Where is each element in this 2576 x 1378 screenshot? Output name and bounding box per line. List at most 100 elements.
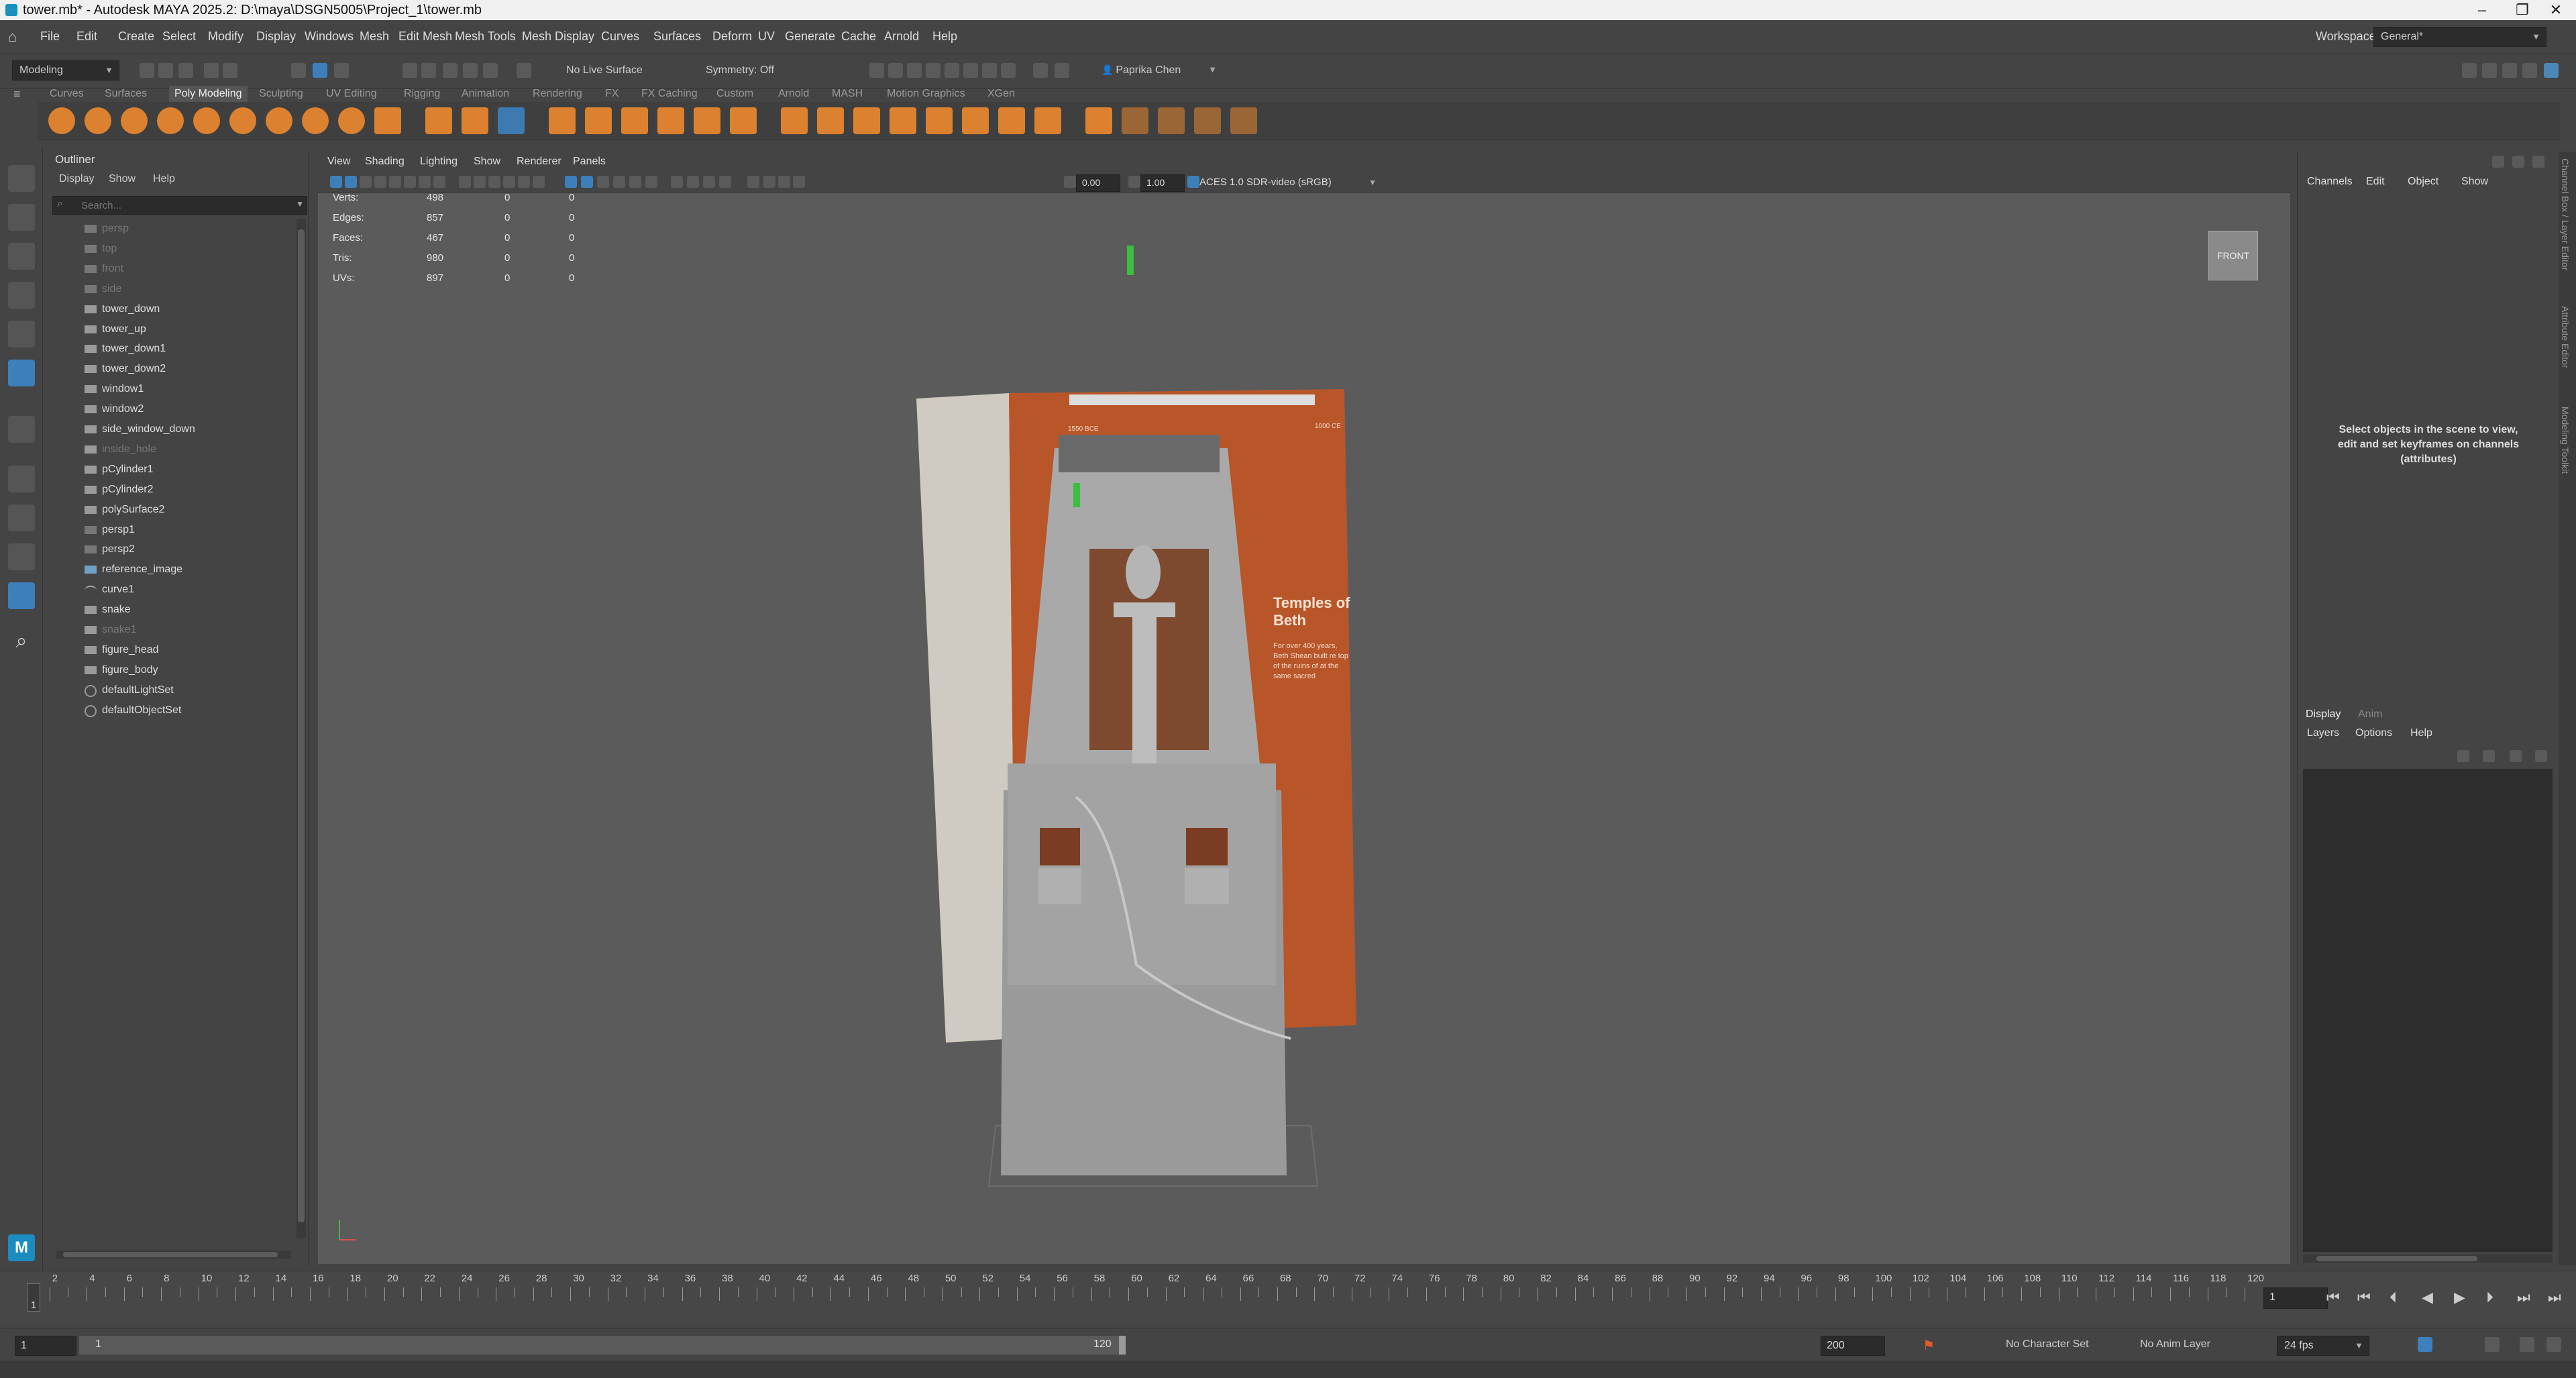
undo-icon[interactable] xyxy=(204,63,219,78)
camera-attributes-icon[interactable] xyxy=(360,176,372,188)
channel-box-menu-show[interactable]: Show xyxy=(2461,176,2488,188)
home-icon[interactable]: ⌂ xyxy=(8,28,17,46)
shelf-tab-custom[interactable]: Custom xyxy=(716,86,753,102)
backface-culling-icon[interactable] xyxy=(793,176,805,188)
exposure-icon[interactable] xyxy=(1064,176,1076,188)
viewport-menu-panels[interactable]: Panels xyxy=(573,156,606,168)
smooth-shade-icon[interactable] xyxy=(581,176,593,188)
viewport-menu-view[interactable]: View xyxy=(327,156,350,168)
rotate-tool-icon[interactable] xyxy=(8,321,35,348)
shelf-tab-fx[interactable]: FX xyxy=(605,86,619,102)
arnold-render-icon[interactable] xyxy=(1001,63,1016,78)
bevel-edge-icon[interactable] xyxy=(1034,107,1061,134)
extrude-icon[interactable] xyxy=(817,107,844,134)
shelf-tab-arnold[interactable]: Arnold xyxy=(778,86,809,102)
shelf-tab-uv-editing[interactable]: UV Editing xyxy=(326,86,377,102)
outliner-item[interactable]: tower_up xyxy=(47,319,295,339)
poly-plane-icon[interactable] xyxy=(229,107,256,134)
outliner-menu-display[interactable]: Display xyxy=(59,173,94,185)
channel-sync-icon[interactable] xyxy=(2512,156,2524,168)
safe-title-icon[interactable] xyxy=(533,176,545,188)
outliner-item[interactable]: persp xyxy=(47,219,295,239)
start-frame-field[interactable]: 1 xyxy=(15,1336,76,1356)
workspace-dropdown[interactable]: General* ▼ xyxy=(2373,27,2546,47)
poly-torus-icon[interactable] xyxy=(193,107,220,134)
shelf-tab-surfaces[interactable]: Surfaces xyxy=(105,86,147,102)
paint-select-tool-icon[interactable] xyxy=(8,243,35,270)
outliner-item[interactable]: top xyxy=(47,239,295,259)
two-view-layout-icon[interactable] xyxy=(8,543,35,570)
outliner-scrollbar[interactable] xyxy=(297,219,306,1238)
scale-tool-icon[interactable] xyxy=(8,360,35,386)
default-material-icon[interactable] xyxy=(597,176,609,188)
side-tab-modeling-toolkit[interactable]: Modeling Toolkit xyxy=(2560,407,2571,474)
color-space-dropdown[interactable]: ACES 1.0 SDR-video (sRGB) ▼ xyxy=(1199,174,1379,191)
loop-icon[interactable] xyxy=(2418,1337,2432,1352)
poly-disc-icon[interactable] xyxy=(266,107,292,134)
new-scene-icon[interactable] xyxy=(140,63,154,78)
outliner-item[interactable]: window2 xyxy=(47,399,295,419)
outliner-menu-show[interactable]: Show xyxy=(109,173,136,185)
svg-icon[interactable] xyxy=(462,107,488,134)
outliner-search-box[interactable]: ⌕ ▼ xyxy=(52,196,307,215)
channel-settings-icon[interactable] xyxy=(2532,156,2544,168)
outliner-item[interactable]: window1 xyxy=(47,379,295,399)
go-to-end-icon[interactable]: ⏭ xyxy=(2548,1289,2561,1306)
shelf-settings-icon[interactable]: ≡ xyxy=(13,87,21,101)
outliner-item[interactable]: defaultObjectSet xyxy=(47,700,295,721)
construction-history-icon[interactable] xyxy=(888,63,903,78)
boolean-icon[interactable] xyxy=(730,107,757,134)
viewport-menu-show[interactable]: Show xyxy=(474,156,500,168)
field-chart-icon[interactable] xyxy=(503,176,515,188)
step-forward-frame-icon[interactable]: ⏵ xyxy=(2486,1289,2493,1306)
motion-blur-icon[interactable] xyxy=(687,176,699,188)
isolate-select-icon[interactable] xyxy=(747,176,759,188)
maya-home-icon[interactable]: M xyxy=(8,1234,35,1261)
modeling-toolkit-icon[interactable] xyxy=(2482,63,2497,78)
time-slider[interactable]: 2 4 6 8 10 12 14 16 18 20 22 24 26 28 30 32 34 36 38 40 42 44… xyxy=(0,1271,2576,1324)
shelf-tab-mash[interactable]: MASH xyxy=(832,86,863,102)
outliner-item[interactable]: figure_head xyxy=(47,640,295,660)
shelf-tab-sculpting[interactable]: Sculpting xyxy=(259,86,303,102)
anti-aliasing-icon[interactable] xyxy=(703,176,715,188)
four-view-layout-icon[interactable] xyxy=(8,505,35,531)
viewport-menu-lighting[interactable]: Lighting xyxy=(420,156,458,168)
platonic-solid-icon[interactable] xyxy=(302,107,329,134)
outliner-item[interactable]: curve1 xyxy=(47,580,295,600)
snap-grid-icon[interactable] xyxy=(402,63,417,78)
offset-loop-icon[interactable] xyxy=(1194,107,1221,134)
single-view-layout-icon[interactable] xyxy=(8,466,35,492)
ambient-occlusion-icon[interactable] xyxy=(671,176,683,188)
shelf-tab-curves[interactable]: Curves xyxy=(50,86,84,102)
lasso-tool-icon[interactable] xyxy=(8,204,35,231)
grid-icon[interactable] xyxy=(433,176,445,188)
channel-box-icon[interactable] xyxy=(2544,63,2559,78)
select-object-icon[interactable] xyxy=(313,63,327,78)
menu-curves[interactable]: Curves xyxy=(601,30,639,44)
outliner-item[interactable]: snake xyxy=(47,600,295,620)
snap-view-plane-icon[interactable] xyxy=(483,63,498,78)
step-forward-key-icon[interactable]: ⏭ xyxy=(2517,1289,2530,1306)
outliner-item[interactable]: inside_hole xyxy=(47,439,295,460)
connect-icon[interactable] xyxy=(1085,107,1112,134)
move-layer-up-icon[interactable] xyxy=(2510,750,2522,762)
move-tool-icon[interactable] xyxy=(8,282,35,309)
render-view-icon[interactable] xyxy=(982,63,997,78)
depth-of-field-icon[interactable] xyxy=(719,176,731,188)
live-surface-label[interactable]: No Live Surface xyxy=(566,64,643,76)
side-tab-channel-box-layer-editor[interactable]: Channel Box / Layer Editor xyxy=(2560,158,2571,270)
show-manipulator-icon[interactable] xyxy=(8,416,35,443)
fill-hole-icon[interactable] xyxy=(890,107,916,134)
shelf-tab-rigging[interactable]: Rigging xyxy=(404,86,440,102)
range-handle-right[interactable] xyxy=(1119,1336,1126,1355)
channel-box-menu-channels[interactable]: Channels xyxy=(2307,176,2353,188)
shelf-tab-rendering[interactable]: Rendering xyxy=(533,86,582,102)
xray-icon[interactable] xyxy=(763,176,775,188)
channel-filter-icon[interactable] xyxy=(2492,156,2504,168)
step-back-key-icon[interactable]: ⏮ xyxy=(2357,1289,2371,1306)
xray-joints-icon[interactable] xyxy=(778,176,790,188)
outliner-menu-help[interactable]: Help xyxy=(153,173,175,185)
auto-key-icon[interactable] xyxy=(2546,1337,2561,1352)
render-settings-icon[interactable] xyxy=(945,63,959,78)
poly-type-icon[interactable] xyxy=(425,107,452,134)
